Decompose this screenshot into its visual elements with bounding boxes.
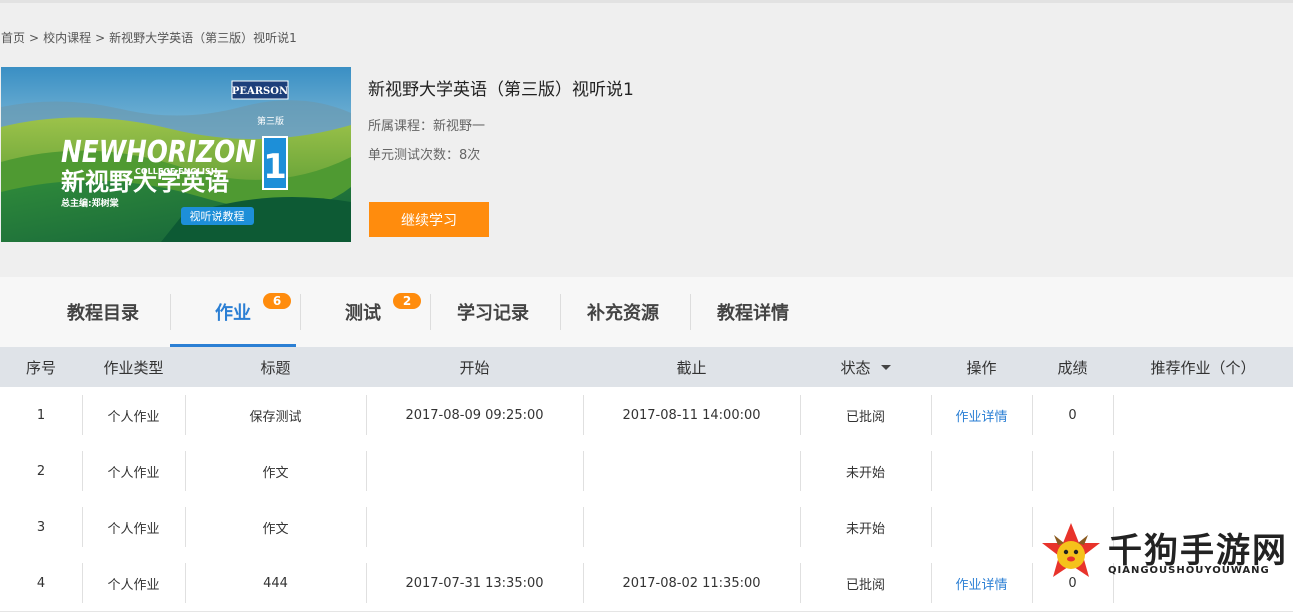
homework-details-link[interactable]: 作业详情 [955,406,1007,425]
cell-number: 1 [36,407,46,423]
tab-catalog[interactable]: 教程目录 [38,277,168,347]
homework-details-link[interactable]: 作业详情 [955,574,1007,593]
table-header: 序号 作业类型 标题 开始 截止 状态 操作 成绩 推荐作业（个） [0,347,1293,387]
breadcrumb-separator: > [29,31,40,45]
course-belongs: 所属课程：新视野一 [368,119,486,134]
cell-title: 作文 [262,465,289,481]
cell-start [366,499,583,555]
cover-title: 新视野大学英语 [61,168,229,196]
cell-action [931,499,1032,555]
breadcrumb-separator: > [95,31,106,45]
cell-title: 444 [263,575,288,591]
watermark-subtitle: QIANGOUSHOUYOUWANG [1108,565,1270,576]
course-cover-image: PEARSON NEWHORIZON COLLEGE ENGLISH 第三版 1… [1,67,351,242]
cell-end: 2017-08-11 14:00:00 [622,407,761,423]
header-title: 标题 [260,358,291,377]
cell-status: 已批阅 [845,577,885,593]
cell-end: 2017-08-02 11:35:00 [622,575,761,591]
header-end: 截止 [676,358,707,377]
cell-status: 未开始 [845,465,885,481]
header-score: 成绩 [1057,358,1088,377]
tab-details[interactable]: 教程详情 [688,277,818,347]
cell-recommended [1113,443,1293,499]
cell-end [583,499,800,555]
cell-title: 保存测试 [249,409,302,425]
table-row: 1 个人作业 保存测试 2017-08-09 09:25:00 2017-08-… [0,387,1293,444]
tab-homework[interactable]: 作业 [170,277,296,347]
cell-type: 个人作业 [107,577,160,593]
homework-count-badge: 6 [263,293,291,309]
cell-start [366,443,583,499]
tab-resources[interactable]: 补充资源 [558,277,688,347]
tab-label: 补充资源 [587,303,659,324]
cell-title: 作文 [262,521,289,537]
tab-label: 教程详情 [717,303,789,324]
cell-type: 个人作业 [107,409,160,425]
cover-tag: 视听说教程 [190,209,245,223]
header-status: 状态 [840,358,871,377]
cell-number: 2 [36,463,46,479]
header-start: 开始 [459,358,490,377]
cover-volume: 1 [263,147,287,187]
continue-learning-button[interactable]: 继续学习 [369,202,489,237]
tab-label: 测试 [345,303,381,324]
cell-type: 个人作业 [107,521,160,537]
cell-start: 2017-08-09 09:25:00 [405,407,544,423]
cell-type: 个人作业 [107,465,160,481]
cell-action [931,443,1032,499]
cover-editor: 总主编:郑树棠 [61,197,120,209]
breadcrumb-home[interactable]: 首页 [1,29,25,46]
cell-score: 0 [1068,407,1077,423]
cell-start: 2017-07-31 13:35:00 [405,575,544,591]
header-action: 操作 [966,358,997,377]
sort-caret-icon [880,364,891,370]
cell-number: 3 [36,519,46,535]
cover-edition: 第三版 [257,115,284,127]
tab-bar: 教程目录 作业 6 测试 2 学习记录 补充资源 教程详情 [0,277,1293,347]
course-title: 新视野大学英语（第三版）视听说1 [368,80,634,100]
header-number: 序号 [25,358,56,377]
cell-status: 未开始 [845,521,885,537]
header-status-sort[interactable]: 状态 [800,347,931,387]
top-divider [0,0,1293,3]
tab-label: 教程目录 [67,303,139,324]
cell-score [1032,443,1113,499]
tab-tests[interactable]: 测试 [298,277,428,347]
breadcrumb-current: 新视野大学英语（第三版）视听说1 [109,31,297,45]
table-row: 2 个人作业 作文 未开始 [0,443,1293,500]
publisher-logo: PEARSON [232,86,288,97]
tests-count-badge: 2 [393,293,421,309]
cell-recommended [1113,387,1293,443]
tab-label: 作业 [215,303,251,324]
header-type: 作业类型 [103,358,164,377]
cell-end [583,443,800,499]
unit-test-count: 单元测试次数：8次 [368,148,481,163]
breadcrumb-school-courses[interactable]: 校内课程 [43,29,91,46]
dog-mascot-icon [1042,523,1100,577]
cover-brand: NEWHORIZON [61,135,256,170]
header-recommended: 推荐作业（个） [1150,358,1256,377]
cell-status: 已批阅 [845,409,885,425]
cell-number: 4 [36,575,46,591]
breadcrumb: 首页 > 校内课程 > 新视野大学英语（第三版）视听说1 [1,29,297,46]
tab-label: 学习记录 [457,303,529,324]
tab-study-records[interactable]: 学习记录 [428,277,558,347]
site-watermark: 千狗手游网 QIANGOUSHOUYOUWANG [1038,519,1293,584]
